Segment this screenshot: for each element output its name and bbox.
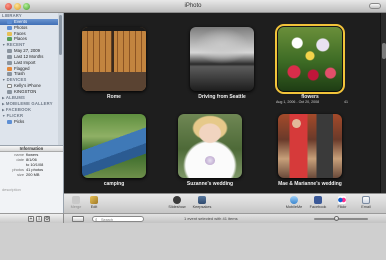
keepsakes-button[interactable]: Keepsakes [192,196,212,209]
event-title[interactable]: Mae & Marianne's wedding [270,181,350,187]
sidebar-item-label: Photos [14,24,28,30]
sidebar-scrollbar[interactable] [58,13,63,145]
add-button[interactable]: + [28,216,34,222]
event-title[interactable]: Rome [74,94,154,100]
event-thumbnail[interactable] [278,114,342,178]
description-field[interactable]: description [2,187,21,192]
slideshow-button[interactable]: Slideshow [167,196,187,209]
event-title[interactable]: Suzanne's wedding [170,181,250,187]
sidebar-scroll-thumb[interactable] [59,15,62,55]
sidebar-item-trash[interactable]: Trash [0,71,63,77]
sidebar-controls: + i ⚙ [0,213,64,223]
flag-icon [7,66,12,71]
toolbar-toggle-button[interactable] [369,3,381,9]
search-field[interactable]: ⌕ [92,216,144,222]
flickr-album-icon [7,119,12,124]
event-title[interactable]: Driving from Seattle [182,94,262,100]
info-row-size: size 200 MB [17,172,40,177]
mobileme-icon [290,196,298,204]
slideshow-icon [173,196,181,204]
flickr-icon [338,196,346,204]
event-thumbnail[interactable] [190,27,254,91]
flickr-button[interactable]: Flickr [332,196,352,209]
search-input[interactable] [101,217,143,222]
full-screen-button[interactable] [72,216,84,222]
sidebar-item-label: Kelly's iPhone [14,83,41,89]
event-photo-count: 41 [344,100,348,104]
sidebar-item-label: Last 12 Months [14,53,44,59]
sidebar-item-picks[interactable]: Picks [0,119,63,125]
merge-icon [72,196,80,204]
event-thumbnail[interactable] [275,24,345,94]
status-bar: ⌕ 1 event selected with 41 items [64,213,386,223]
email-icon [362,196,370,204]
trash-icon [7,72,12,77]
event-thumbnail[interactable] [178,114,242,178]
events-scroll-thumb[interactable] [382,43,386,59]
merge-button[interactable]: Merge [66,196,86,209]
calendar-icon [7,49,12,54]
email-button[interactable]: Email [356,196,376,209]
info-button[interactable]: i [36,216,42,222]
sidebar-item-kingston[interactable]: KINGSTON [0,89,63,95]
bottom-toolbar: Merge Edit Slideshow Keepsakes MobileMe … [64,193,386,213]
sidebar-item-label: May 27, 2009 [14,48,41,54]
event-thumbnail[interactable] [82,27,146,91]
iphone-icon [7,84,12,89]
gear-icon[interactable]: ⚙ [44,216,50,222]
sidebar-item-label: Flagged [14,65,30,71]
event-thumbnail[interactable] [82,114,146,178]
events-scrollbar[interactable] [380,13,386,193]
events-grid: Rome Driving from Seattle flowers Aug 1,… [64,13,380,193]
edit-button[interactable]: Edit [84,196,104,209]
sidebar-item-label: Events [14,19,28,24]
status-text: 1 event selected with 41 items [184,216,238,221]
window-title: iPhoto [184,3,202,9]
slider-knob[interactable] [334,216,339,221]
sidebar-item-label: Picks [14,118,25,124]
iphoto-window: iPhoto LIBRARY Events Photos Faces Place… [0,0,386,260]
places-icon [7,37,12,42]
sidebar-item-label: Faces [14,30,26,36]
sidebar-item-label: Trash [14,71,25,77]
event-title[interactable]: camping [74,181,154,187]
search-icon: ⌕ [95,217,98,222]
facebook-icon [314,196,322,204]
sidebar-item-label: KINGSTON [14,88,37,94]
facebook-button[interactable]: Facebook [308,196,328,209]
calendar-icon [7,54,12,59]
source-list: LIBRARY Events Photos Faces Places ▼RECE… [0,13,64,145]
edit-icon [90,196,98,204]
drive-icon [7,89,12,94]
sidebar-item-places[interactable]: Places [0,36,63,42]
sidebar-item-label: Places [14,36,27,42]
photos-icon [7,25,12,30]
sidebar-item-label: Last Import [14,59,36,65]
keepsakes-icon [198,196,206,204]
thumbnail-size-slider[interactable] [314,216,368,221]
title-bar[interactable]: iPhoto [0,0,386,13]
import-icon [7,60,12,65]
event-date-range: Aug 1, 2006 - Oct 20, 2008 [276,100,320,104]
faces-icon [7,31,12,36]
events-icon [7,20,12,24]
mobileme-button[interactable]: MobileMe [284,196,304,209]
window-bottom-margin [0,223,386,260]
